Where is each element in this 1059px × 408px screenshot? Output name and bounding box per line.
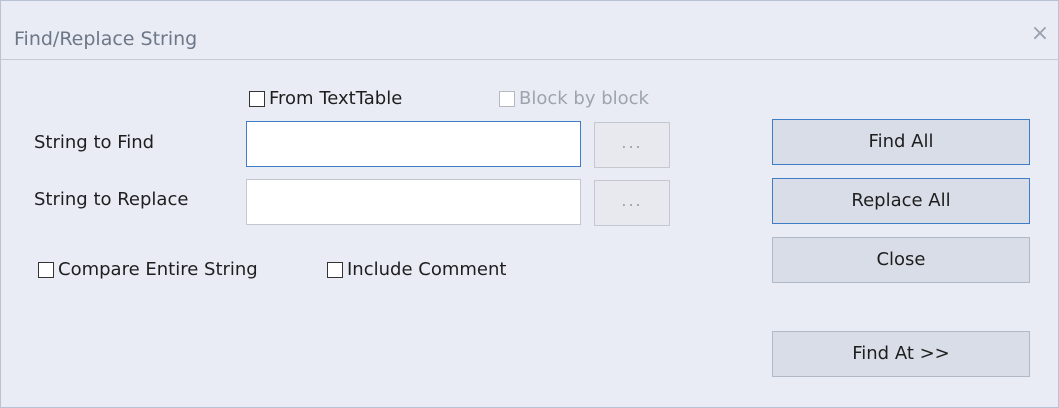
string-to-replace-input[interactable] bbox=[247, 180, 580, 224]
block-by-block-label: Block by block bbox=[519, 88, 649, 109]
checkbox-box[interactable] bbox=[249, 90, 265, 107]
find-browse-button[interactable]: ... bbox=[594, 122, 670, 168]
close-icon[interactable]: × bbox=[1028, 22, 1052, 46]
include-comment-label: Include Comment bbox=[347, 259, 507, 280]
from-texttable-checkbox[interactable]: From TextTable bbox=[249, 88, 402, 109]
checkbox-box bbox=[499, 90, 515, 107]
title-bar: Find/Replace String × bbox=[1, 1, 1058, 60]
replace-all-button[interactable]: Replace All bbox=[772, 178, 1030, 224]
string-to-find-field[interactable] bbox=[246, 121, 581, 167]
from-texttable-label: From TextTable bbox=[269, 88, 403, 109]
checkbox-box[interactable] bbox=[327, 261, 343, 278]
replace-browse-button[interactable]: ... bbox=[594, 180, 670, 226]
compare-entire-string-checkbox[interactable]: Compare Entire String bbox=[38, 259, 258, 280]
string-to-replace-field[interactable] bbox=[246, 179, 581, 225]
checkbox-box[interactable] bbox=[38, 261, 54, 278]
string-to-find-input[interactable] bbox=[247, 122, 580, 166]
find-at-button[interactable]: Find At >> bbox=[772, 331, 1030, 377]
compare-entire-string-label: Compare Entire String bbox=[58, 259, 258, 280]
string-to-replace-label: String to Replace bbox=[34, 189, 189, 210]
include-comment-checkbox[interactable]: Include Comment bbox=[327, 259, 506, 280]
block-by-block-checkbox: Block by block bbox=[499, 88, 649, 109]
string-to-find-label: String to Find bbox=[34, 132, 155, 153]
find-all-button[interactable]: Find All bbox=[772, 119, 1030, 165]
find-replace-dialog: Find/Replace String × From TextTable Blo… bbox=[0, 0, 1059, 408]
close-button[interactable]: Close bbox=[772, 237, 1030, 283]
window-title: Find/Replace String bbox=[14, 28, 198, 50]
